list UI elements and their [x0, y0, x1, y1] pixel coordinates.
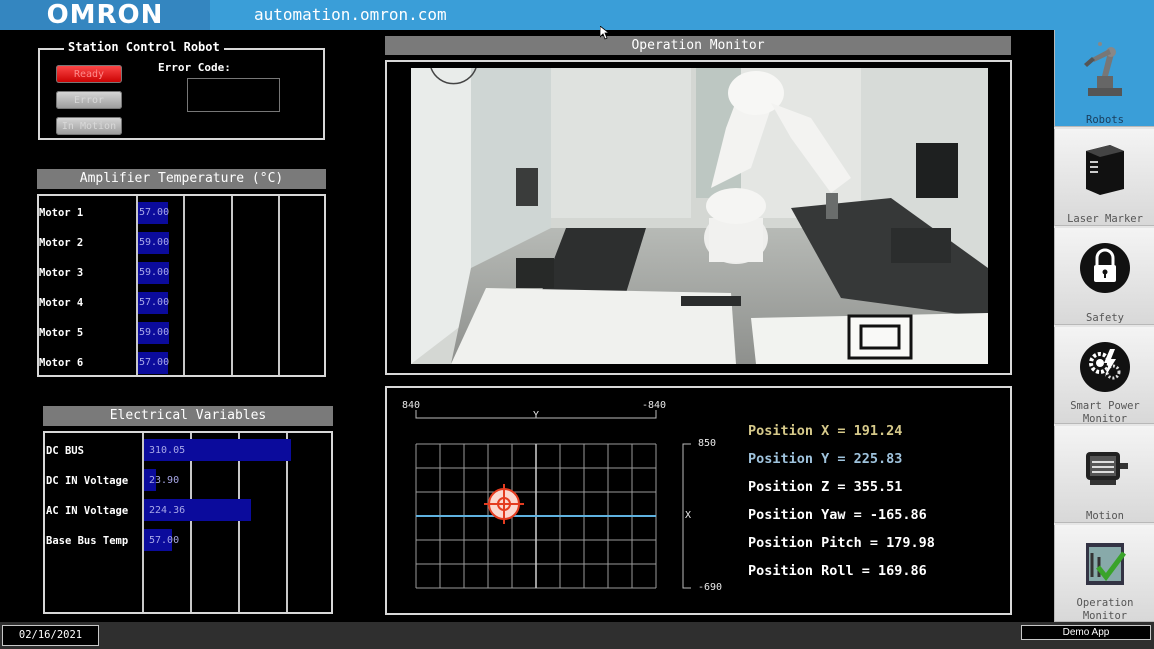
grid-line	[231, 196, 233, 375]
motor-3-value: 59.00	[139, 267, 170, 278]
footer-bar	[0, 622, 1154, 649]
nav-laser-marker-label: Laser Marker	[1067, 213, 1143, 225]
gears-lightning-icon	[1080, 342, 1130, 392]
nav-smart-power-monitor-label: Smart Power Monitor	[1070, 400, 1140, 425]
error-indicator[interactable]: Error	[56, 91, 122, 109]
motor-6-value: 57.00	[139, 357, 170, 368]
demo-app-button[interactable]: Demo App	[1021, 625, 1151, 640]
error-code-field	[187, 78, 280, 112]
mouse-cursor-icon	[600, 26, 610, 40]
position-pitch-readout: Position Pitch = 179.98	[748, 535, 935, 551]
motor-6-label: Motor 6	[39, 357, 84, 369]
motor-4-label: Motor 4	[39, 297, 84, 309]
amplifier-temperature-panel: Motor 1 57.00 Motor 2 59.00 Motor 3 59.0…	[37, 194, 326, 377]
error-code-label: Error Code:	[158, 61, 231, 74]
electrical-variables-panel: DC BUS 310.05 DC IN Voltage 23.90 AC IN …	[43, 431, 333, 614]
position-grid	[415, 410, 691, 589]
robot-cell-camera-image	[411, 68, 988, 364]
nav-safety[interactable]: Safety	[1054, 228, 1154, 325]
motor-5-value: 59.00	[139, 327, 170, 338]
motor-1-label: Motor 1	[39, 207, 84, 219]
electrical-variables-header: Electrical Variables	[43, 406, 333, 426]
ac-in-voltage-value: 224.36	[149, 505, 186, 516]
motor-5-label: Motor 5	[39, 327, 84, 339]
nav-robots-label: Robots	[1086, 114, 1124, 126]
logo-text: OMRON	[46, 0, 164, 30]
camera-feed	[411, 68, 988, 364]
motor-2-label: Motor 2	[39, 237, 84, 249]
motor-3-label: Motor 3	[39, 267, 84, 279]
station-control-title: Station Control Robot	[64, 40, 224, 54]
grid-line	[183, 196, 185, 375]
nav-operation-monitor-label: Operation Monitor	[1076, 597, 1134, 622]
amplifier-temperature-header: Amplifier Temperature (°C)	[37, 169, 326, 189]
position-target-icon	[484, 484, 524, 524]
grid-line	[278, 196, 280, 375]
dc-in-voltage-label: DC IN Voltage	[46, 475, 129, 487]
nav-smart-power-monitor[interactable]: Smart Power Monitor	[1054, 327, 1154, 425]
motor-2-value: 59.00	[139, 237, 170, 248]
omron-logo: OMRON	[0, 0, 210, 30]
url-link[interactable]: automation.omron.com	[254, 5, 447, 24]
date-display: 02/16/2021	[2, 625, 99, 646]
nav-laser-marker[interactable]: Laser Marker	[1054, 129, 1154, 226]
dc-in-voltage-value: 23.90	[149, 475, 180, 486]
operation-monitor-header: Operation Monitor	[385, 36, 1011, 55]
lock-icon	[1080, 243, 1130, 293]
laser-marker-icon	[1086, 145, 1124, 195]
robot-arm-icon	[1084, 42, 1122, 96]
side-navigation: Robots Laser Marker Safety Smart Power M…	[1054, 30, 1154, 622]
dc-bus-value: 310.05	[149, 445, 186, 456]
motor-4-value: 57.00	[139, 297, 170, 308]
monitor-checkmark-icon	[1086, 543, 1126, 585]
nav-safety-label: Safety	[1086, 312, 1124, 324]
base-bus-temp-label: Base Bus Temp	[46, 535, 129, 547]
ac-in-voltage-label: AC IN Voltage	[46, 505, 129, 517]
dc-bus-label: DC BUS	[46, 445, 84, 457]
in-motion-indicator[interactable]: In Motion	[56, 117, 122, 135]
servo-motor-icon	[1086, 452, 1128, 485]
nav-motion[interactable]: Motion	[1054, 426, 1154, 523]
position-x-readout: Position X = 191.24	[748, 423, 903, 439]
position-y-readout: Position Y = 225.83	[748, 451, 903, 467]
position-roll-readout: Position Roll = 169.86	[748, 563, 927, 579]
ready-indicator[interactable]: Ready	[56, 65, 122, 83]
nav-motion-label: Motion	[1086, 510, 1124, 522]
position-yaw-readout: Position Yaw = -165.86	[748, 507, 927, 523]
nav-operation-monitor[interactable]: Operation Monitor	[1054, 525, 1154, 622]
nav-robots[interactable]: Robots	[1054, 30, 1154, 127]
position-z-readout: Position Z = 355.51	[748, 479, 903, 495]
base-bus-temp-value: 57.00	[149, 535, 180, 546]
motor-1-value: 57.00	[139, 207, 170, 218]
